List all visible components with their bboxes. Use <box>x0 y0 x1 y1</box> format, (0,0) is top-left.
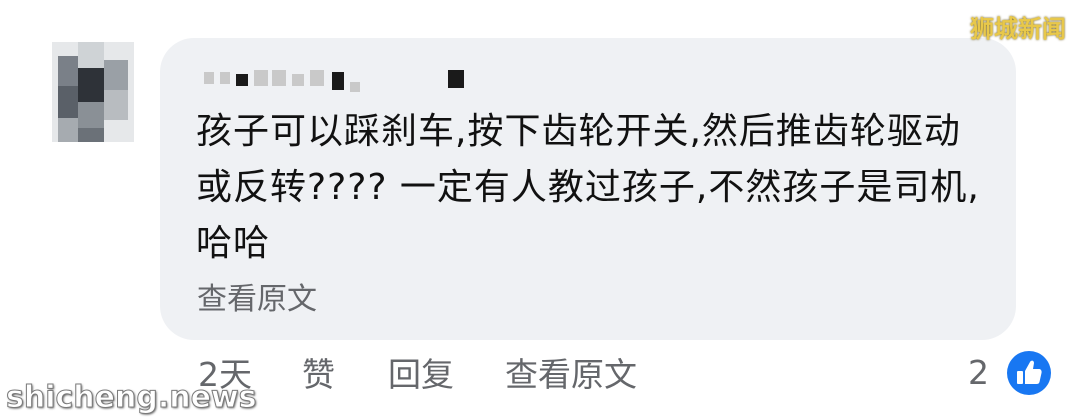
reply-button[interactable]: 回复 <box>388 355 454 395</box>
url-watermark: shicheng.news <box>6 380 257 416</box>
see-original-link-inline[interactable]: 查看原文 <box>197 280 317 320</box>
site-watermark: 狮城新闻 <box>970 15 1066 43</box>
redacted-author-name[interactable] <box>200 62 470 92</box>
see-original-button[interactable]: 查看原文 <box>505 355 637 395</box>
comment-text: 孩子可以踩刹车,按下齿轮开关,然后推齿轮驱动或反转???? 一定有人教过孩子,不… <box>196 111 980 264</box>
like-button[interactable]: 赞 <box>302 355 335 395</box>
reaction-count: 2 <box>968 353 989 392</box>
avatar[interactable] <box>52 42 134 142</box>
thumbs-up-icon <box>1007 351 1051 395</box>
comment-screenshot: 孩子可以踩刹车,按下齿轮开关,然后推齿轮驱动或反转???? 一定有人教过孩子,不… <box>0 0 1080 419</box>
